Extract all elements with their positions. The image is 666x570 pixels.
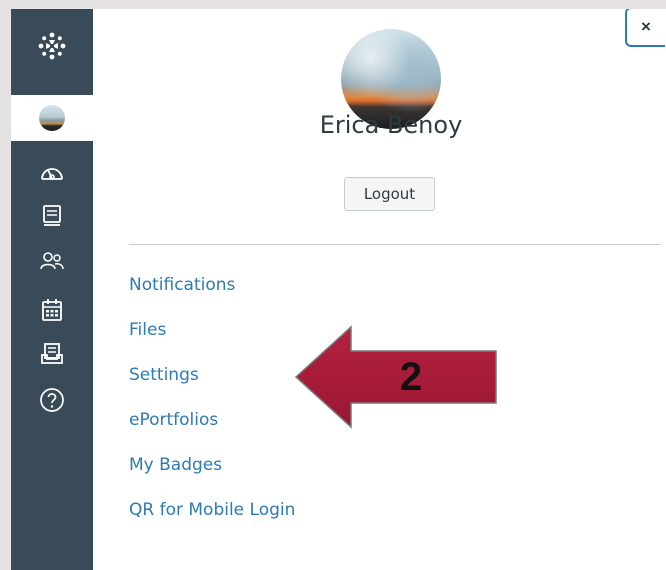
canvas-logo-link[interactable] (11, 23, 93, 69)
divider (129, 244, 661, 245)
nav-account[interactable] (11, 95, 93, 141)
menu-link-my-badges[interactable]: My Badges (129, 451, 295, 496)
menu-link-eportfolios[interactable]: ePortfolios (129, 406, 295, 451)
logout-button[interactable]: Logout (344, 177, 435, 211)
nav-courses[interactable] (11, 193, 93, 239)
nav-dashboard[interactable] (11, 149, 93, 195)
menu-link-files[interactable]: Files (129, 316, 295, 361)
arrow-step-number: 2 (399, 355, 423, 399)
nav-calendar[interactable] (11, 287, 93, 333)
dashboard-icon (41, 168, 63, 180)
nav-groups[interactable] (11, 239, 93, 285)
user-name: Erica Benoy (319, 111, 463, 139)
menu-link-notifications[interactable]: Notifications (129, 271, 295, 316)
account-avatar-icon (39, 105, 65, 131)
calendar-icon (42, 299, 62, 321)
nav-inbox[interactable] (11, 331, 93, 377)
groups-icon (40, 252, 64, 270)
inbox-icon (41, 343, 63, 364)
canvas-logo-icon (38, 32, 66, 60)
nav-help[interactable] (11, 377, 93, 423)
menu-link-settings[interactable]: Settings (129, 361, 295, 406)
close-icon: × (641, 17, 651, 36)
account-menu: Notifications Files Settings ePortfolios… (129, 271, 295, 541)
close-tray-button[interactable]: × (625, 9, 665, 47)
help-icon (40, 388, 64, 412)
app-frame: × Erica Benoy Logout Notifications Files… (11, 9, 666, 570)
global-nav (11, 9, 93, 570)
courses-icon (43, 205, 61, 226)
menu-link-qr-mobile-login[interactable]: QR for Mobile Login (129, 496, 295, 541)
